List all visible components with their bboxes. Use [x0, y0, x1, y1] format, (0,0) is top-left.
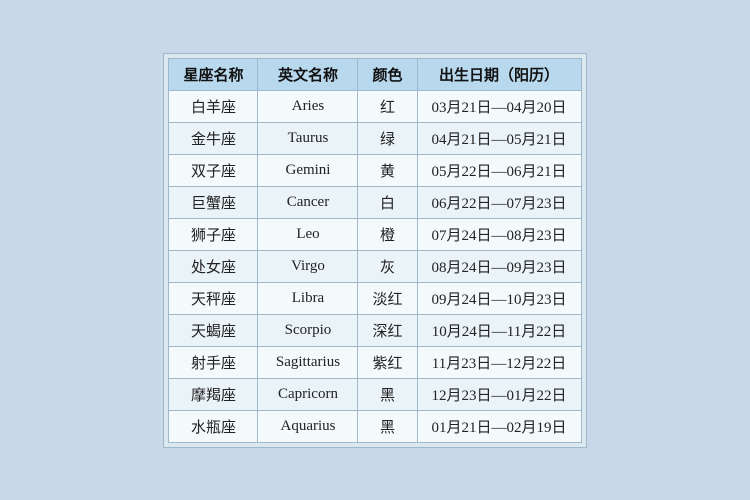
- cell-date: 04月21日—05月21日: [417, 122, 581, 154]
- cell-date: 12月23日—01月22日: [417, 378, 581, 410]
- cell-date: 05月22日—06月21日: [417, 154, 581, 186]
- cell-date: 10月24日—11月22日: [417, 314, 581, 346]
- header-color: 颜色: [358, 58, 417, 90]
- cell-color: 红: [358, 90, 417, 122]
- cell-date: 03月21日—04月20日: [417, 90, 581, 122]
- cell-color: 深红: [358, 314, 417, 346]
- cell-chinese: 双子座: [169, 154, 258, 186]
- cell-chinese: 巨蟹座: [169, 186, 258, 218]
- cell-date: 08月24日—09月23日: [417, 250, 581, 282]
- cell-english: Aries: [258, 90, 358, 122]
- cell-english: Libra: [258, 282, 358, 314]
- header-english: 英文名称: [258, 58, 358, 90]
- cell-chinese: 摩羯座: [169, 378, 258, 410]
- cell-chinese: 水瓶座: [169, 410, 258, 442]
- cell-color: 灰: [358, 250, 417, 282]
- cell-date: 06月22日—07月23日: [417, 186, 581, 218]
- table-row: 天蝎座Scorpio深红10月24日—11月22日: [169, 314, 581, 346]
- cell-english: Scorpio: [258, 314, 358, 346]
- cell-chinese: 天蝎座: [169, 314, 258, 346]
- cell-color: 黑: [358, 378, 417, 410]
- cell-english: Cancer: [258, 186, 358, 218]
- table-row: 狮子座Leo橙07月24日—08月23日: [169, 218, 581, 250]
- cell-chinese: 金牛座: [169, 122, 258, 154]
- table-row: 巨蟹座Cancer白06月22日—07月23日: [169, 186, 581, 218]
- cell-date: 11月23日—12月22日: [417, 346, 581, 378]
- header-chinese: 星座名称: [169, 58, 258, 90]
- cell-color: 淡红: [358, 282, 417, 314]
- cell-english: Taurus: [258, 122, 358, 154]
- cell-date: 09月24日—10月23日: [417, 282, 581, 314]
- zodiac-table-container: 星座名称 英文名称 颜色 出生日期（阳历） 白羊座Aries红03月21日—04…: [163, 53, 586, 448]
- cell-chinese: 白羊座: [169, 90, 258, 122]
- cell-english: Capricorn: [258, 378, 358, 410]
- cell-color: 白: [358, 186, 417, 218]
- cell-english: Sagittarius: [258, 346, 358, 378]
- table-row: 金牛座Taurus绿04月21日—05月21日: [169, 122, 581, 154]
- table-row: 射手座Sagittarius紫红11月23日—12月22日: [169, 346, 581, 378]
- table-row: 双子座Gemini黄05月22日—06月21日: [169, 154, 581, 186]
- cell-chinese: 处女座: [169, 250, 258, 282]
- cell-color: 绿: [358, 122, 417, 154]
- cell-chinese: 射手座: [169, 346, 258, 378]
- table-row: 白羊座Aries红03月21日—04月20日: [169, 90, 581, 122]
- cell-english: Gemini: [258, 154, 358, 186]
- table-row: 摩羯座Capricorn黑12月23日—01月22日: [169, 378, 581, 410]
- cell-english: Virgo: [258, 250, 358, 282]
- cell-color: 黑: [358, 410, 417, 442]
- table-header-row: 星座名称 英文名称 颜色 出生日期（阳历）: [169, 58, 581, 90]
- cell-chinese: 天秤座: [169, 282, 258, 314]
- cell-date: 01月21日—02月19日: [417, 410, 581, 442]
- table-row: 天秤座Libra淡红09月24日—10月23日: [169, 282, 581, 314]
- header-date: 出生日期（阳历）: [417, 58, 581, 90]
- table-row: 处女座Virgo灰08月24日—09月23日: [169, 250, 581, 282]
- cell-color: 黄: [358, 154, 417, 186]
- zodiac-table: 星座名称 英文名称 颜色 出生日期（阳历） 白羊座Aries红03月21日—04…: [168, 58, 581, 443]
- table-row: 水瓶座Aquarius黑01月21日—02月19日: [169, 410, 581, 442]
- cell-english: Aquarius: [258, 410, 358, 442]
- cell-color: 紫红: [358, 346, 417, 378]
- cell-color: 橙: [358, 218, 417, 250]
- cell-date: 07月24日—08月23日: [417, 218, 581, 250]
- cell-chinese: 狮子座: [169, 218, 258, 250]
- cell-english: Leo: [258, 218, 358, 250]
